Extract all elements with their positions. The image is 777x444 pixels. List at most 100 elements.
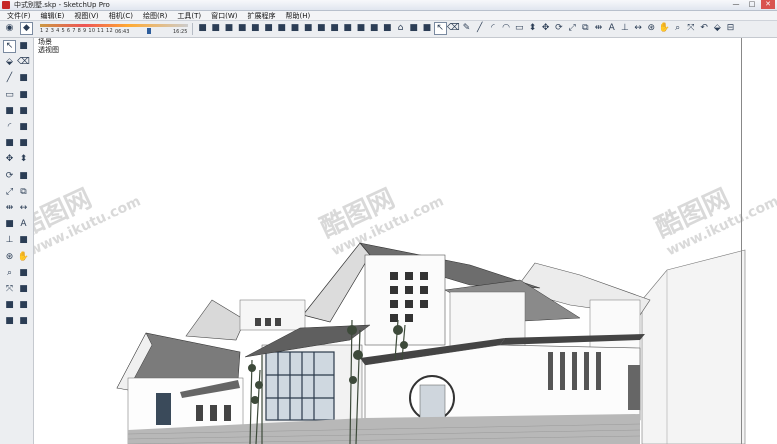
select-icon[interactable]: ↖ (433, 22, 447, 35)
scene-tabs: 场景 透视图 (38, 38, 59, 54)
shaded-icon[interactable]: ■ (341, 22, 354, 35)
shadow-time-thumb[interactable] (147, 28, 151, 34)
orbit-icon[interactable]: ⊛ (645, 22, 658, 35)
scale-icon[interactable]: ⤢ (566, 22, 579, 35)
house-icon[interactable]: ⌂ (394, 22, 407, 35)
shadow-date-track[interactable] (40, 24, 188, 27)
arc2-icon[interactable]: ◠ (500, 22, 513, 35)
menu-draw[interactable]: 绘图(R) (138, 11, 172, 21)
pencil-icon[interactable]: ✎ (460, 22, 473, 35)
move-icon[interactable]: ✥ (3, 153, 16, 166)
left-view-icon[interactable]: ■ (288, 22, 301, 35)
arc-icon[interactable]: ◜ (3, 121, 16, 134)
eraser-icon[interactable]: ⌫ (17, 56, 30, 69)
paint-icon[interactable]: ⬙ (3, 56, 16, 69)
right-view-icon[interactable]: ■ (262, 22, 275, 35)
section-icon[interactable]: ⊟ (724, 22, 737, 35)
toolbar-separator (192, 23, 193, 35)
axes-icon[interactable]: ⊥ (3, 234, 16, 247)
pan-icon[interactable]: ✋ (658, 22, 671, 35)
text-icon[interactable]: A (17, 218, 30, 231)
wireframe-icon[interactable]: ■ (315, 22, 328, 35)
back-view-icon[interactable]: ■ (275, 22, 288, 35)
menu-view[interactable]: 视图(V) (69, 11, 103, 21)
3dtext-icon[interactable]: ■ (17, 234, 30, 247)
front-view-icon[interactable]: ■ (249, 22, 262, 35)
fog-icon[interactable]: ■ (209, 22, 222, 35)
text-icon[interactable]: A (605, 22, 618, 35)
move-icon[interactable]: ✥ (539, 22, 552, 35)
zoom-extents-icon[interactable]: ⤧ (3, 283, 16, 296)
arc-icon[interactable]: ◜ (486, 22, 499, 35)
walk-icon[interactable]: ■ (3, 299, 16, 312)
monochrome-icon[interactable]: ■ (368, 22, 381, 35)
xray-icon[interactable]: ■ (302, 22, 315, 35)
camera-icon[interactable]: ◉ (3, 22, 16, 35)
circle-icon[interactable]: ■ (3, 105, 16, 118)
polygon-icon[interactable]: ■ (17, 105, 30, 118)
pushpull-icon[interactable]: ⬍ (17, 153, 30, 166)
menu-file[interactable]: 文件(F) (2, 11, 36, 21)
shadow-toggle-button[interactable]: ◆ (20, 22, 33, 35)
hidden-line-icon[interactable]: ■ (328, 22, 341, 35)
orbit-icon[interactable]: ⊛ (3, 251, 16, 264)
minimize-button[interactable]: — (729, 0, 743, 9)
top-view-icon[interactable]: ■ (236, 22, 249, 35)
menu-help[interactable]: 帮助(H) (280, 11, 315, 21)
position-camera-icon[interactable]: ■ (17, 283, 30, 296)
share-icon[interactable]: ■ (420, 22, 433, 35)
component-icon[interactable]: ■ (17, 40, 30, 53)
freehand-icon[interactable]: ■ (17, 72, 30, 85)
protractor-icon[interactable]: ■ (3, 218, 16, 231)
scene-tab-perspective[interactable]: 透视图 (38, 46, 59, 54)
rectangle-icon[interactable]: ▭ (3, 89, 16, 102)
paint-icon[interactable]: ⬙ (711, 22, 724, 35)
dimension-icon[interactable]: ↔ (17, 202, 30, 215)
close-button[interactable]: ✕ (761, 0, 775, 9)
tape-icon[interactable]: ⇹ (3, 202, 16, 215)
line-icon[interactable]: ╱ (3, 72, 16, 85)
zoom-icon[interactable]: ⌕ (3, 267, 16, 280)
lookaround-icon[interactable]: ■ (17, 299, 30, 312)
line-icon[interactable]: ╱ (473, 22, 486, 35)
offset-icon[interactable]: ⧉ (579, 22, 592, 35)
tape-icon[interactable]: ⇹ (592, 22, 605, 35)
menu-camera[interactable]: 相机(C) (104, 11, 138, 21)
zoom-window-icon[interactable]: ■ (17, 267, 30, 280)
offset-icon[interactable]: ⧉ (17, 186, 30, 199)
pie-icon[interactable]: ■ (3, 137, 16, 150)
iso-view-icon[interactable]: ■ (222, 22, 235, 35)
zoom-extents-icon[interactable]: ⤧ (684, 22, 697, 35)
rectangle-icon[interactable]: ▭ (513, 22, 526, 35)
previous-icon[interactable]: ↶ (698, 22, 711, 35)
menu-window[interactable]: 窗口(W) (206, 11, 242, 21)
shadow-icon[interactable]: ■ (196, 22, 209, 35)
pan-icon[interactable]: ✋ (17, 251, 30, 264)
followme-icon[interactable]: ■ (17, 170, 30, 183)
model-viewport[interactable]: 酷图网 www.ikutu.com 酷图网 www.ikutu.com 酷图网 www… (34, 38, 777, 444)
scale-icon[interactable]: ⤢ (3, 186, 16, 199)
component-icon[interactable]: ■ (381, 22, 394, 35)
menu-edit[interactable]: 编辑(E) (36, 11, 70, 21)
scene-tab-label[interactable]: 场景 (38, 38, 59, 46)
arc-2pt-icon[interactable]: ■ (17, 137, 30, 150)
pushpull-icon[interactable]: ⬍ (526, 22, 539, 35)
arc-3pt-icon[interactable]: ■ (17, 121, 30, 134)
shadow-settings-slider[interactable]: 1 2 3 4 5 6 7 8 9 10 11 12 06:43 16:25 (40, 22, 190, 36)
textured-icon[interactable]: ■ (354, 22, 367, 35)
section-plane-icon[interactable]: ■ (3, 315, 16, 328)
footprints-icon[interactable]: ■ (17, 315, 30, 328)
select-icon[interactable]: ↖ (3, 40, 16, 53)
window-title: 中式别墅.skp - SketchUp Pro (14, 1, 110, 9)
zoom-icon[interactable]: ⌕ (671, 22, 684, 35)
rotate-icon[interactable]: ⟳ (552, 22, 565, 35)
dimension-icon[interactable]: ↔ (632, 22, 645, 35)
menu-extensions[interactable]: 扩展程序 (242, 11, 280, 21)
menu-tools[interactable]: 工具(T) (172, 11, 206, 21)
rotate-icon[interactable]: ⟳ (3, 170, 16, 183)
maximize-button[interactable]: □ (745, 0, 759, 9)
axes-icon[interactable]: ⊥ (618, 22, 631, 35)
warehouse-icon[interactable]: ■ (407, 22, 420, 35)
eraser-icon[interactable]: ⌫ (447, 22, 460, 35)
rotated-rect-icon[interactable]: ■ (17, 89, 30, 102)
